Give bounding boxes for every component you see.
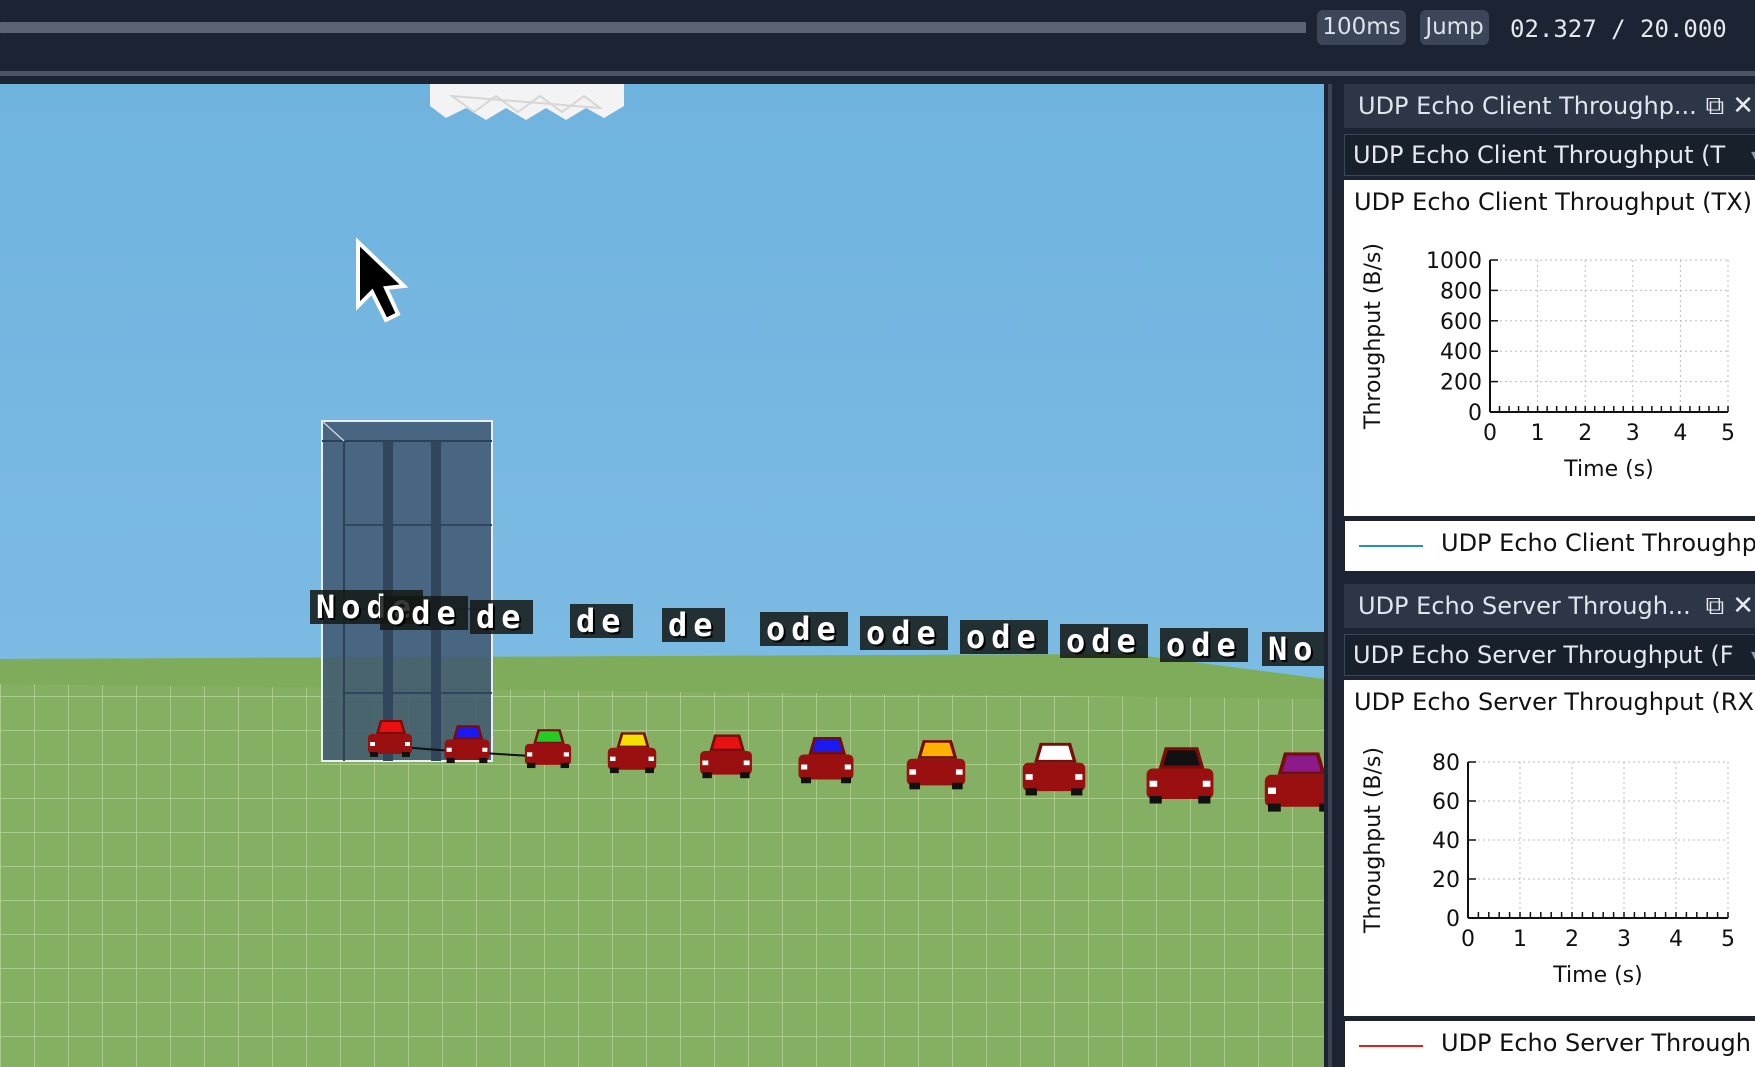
timeline-scrubber[interactable] — [0, 22, 1306, 33]
close-icon[interactable]: ✕ — [1732, 584, 1754, 628]
legend-swatch — [1359, 1045, 1423, 1047]
y-tick-label: 0 — [1446, 907, 1460, 932]
x-tick-label: 0 — [1483, 421, 1497, 446]
x-tick-label: 0 — [1461, 927, 1475, 952]
ground-plane — [0, 654, 1324, 1067]
plot-window-title-text: UDP Echo Server Through... — [1358, 592, 1691, 620]
node-label: ode — [760, 612, 848, 646]
series-select[interactable]: UDP Echo Client Throughput (T ▾ — [1344, 134, 1755, 176]
plot-area: UDP Echo Server Throughput (RX) 0 1 2 3 4 5 0 20… — [1344, 680, 1755, 1016]
node-label: de — [470, 600, 533, 634]
y-tick-label: 600 — [1440, 310, 1482, 335]
plot-window-title[interactable]: UDP Echo Client Throughp... ⧉ ✕ — [1344, 84, 1755, 128]
undock-icon[interactable]: ⧉ — [1706, 584, 1725, 628]
sky — [0, 84, 1324, 684]
plot-window-title[interactable]: UDP Echo Server Through... ⧉ ✕ — [1344, 584, 1755, 628]
node-label: ode — [860, 616, 948, 650]
legend-swatch — [1359, 545, 1423, 547]
time-readout: 02.327 / 20.000 — [1510, 15, 1727, 43]
legend-label: UDP Echo Client Throughp — [1441, 529, 1755, 557]
x-axis-label: Time (s) — [1552, 963, 1642, 988]
x-tick-label: 1 — [1531, 421, 1545, 446]
node-label: de — [662, 608, 725, 642]
y-tick-label: 0 — [1468, 401, 1482, 426]
node-label: No — [1262, 632, 1324, 666]
node-label: ode — [1160, 628, 1248, 662]
plot-legend: UDP Echo Server Through — [1344, 1020, 1755, 1067]
legend-label: UDP Echo Server Through — [1441, 1029, 1751, 1057]
plot-area: UDP Echo Client Throughput (TX) 0 1 2 3 4 5 0 20… — [1344, 180, 1755, 516]
node-label: ode — [1060, 624, 1148, 658]
toolbar-divider — [0, 71, 1755, 76]
plot-window: UDP Echo Client Throughp... ⧉ ✕ UDP Echo Cl… — [1344, 84, 1755, 572]
y-tick-label: 1000 — [1426, 249, 1482, 274]
y-tick-label: 60 — [1432, 790, 1460, 815]
node-label: de — [570, 604, 633, 638]
y-tick-label: 400 — [1440, 340, 1482, 365]
step-size-button[interactable]: 100ms — [1317, 10, 1406, 45]
undock-icon[interactable]: ⧉ — [1706, 84, 1725, 128]
throughput-chart: 0 1 2 3 4 502004006008001000Time (s)Throughpu… — [1361, 243, 1735, 482]
x-axis-label: Time (s) — [1563, 457, 1653, 482]
y-axis-label: Throughput (B/s) — [1361, 747, 1386, 934]
x-tick-label: 1 — [1513, 927, 1527, 952]
x-tick-label: 2 — [1565, 927, 1579, 952]
scene-viewport[interactable]: Node ode de de de ode ode ode ode ode No — [0, 84, 1324, 1067]
throughput-chart: 0 1 2 3 4 5 0 20 40 60 80 Time (s) Throughput (B/s) — [1361, 747, 1735, 988]
x-tick-label: 5 — [1721, 421, 1735, 446]
x-tick-label: 4 — [1673, 421, 1687, 446]
y-tick-label: 800 — [1440, 279, 1482, 304]
plot-window-title-text: UDP Echo Client Throughp... — [1358, 92, 1697, 120]
y-tick-label: 20 — [1432, 868, 1460, 893]
y-tick-label: 40 — [1432, 829, 1460, 854]
panel-splitter[interactable] — [1324, 84, 1336, 1067]
plot-legend: UDP Echo Client Throughp — [1344, 520, 1755, 572]
y-tick-label: 80 — [1432, 751, 1460, 776]
y-axis-label: Throughput (B/s) — [1361, 243, 1386, 430]
series-select[interactable]: UDP Echo Server Throughput (F ▾ — [1344, 634, 1755, 676]
x-tick-label: 3 — [1617, 927, 1631, 952]
x-tick-label: 4 — [1669, 927, 1683, 952]
node-label: ode — [960, 620, 1048, 654]
series-select-value: UDP Echo Server Throughput (F — [1353, 641, 1734, 669]
close-icon[interactable]: ✕ — [1732, 84, 1754, 128]
x-tick-label: 5 — [1721, 927, 1735, 952]
x-tick-label: 3 — [1626, 421, 1640, 446]
x-tick-label: 2 — [1578, 421, 1592, 446]
plot-title: UDP Echo Client Throughput (TX) — [1354, 188, 1753, 216]
plot-title: UDP Echo Server Throughput (RX) — [1354, 688, 1755, 716]
node-label: ode — [380, 596, 468, 630]
playback-toolbar: 100ms Jump 02.327 / 20.000 — [0, 0, 1755, 76]
y-tick-label: 200 — [1440, 371, 1482, 396]
jump-button[interactable]: Jump — [1420, 10, 1489, 45]
chevron-down-icon: ▾ — [1751, 135, 1755, 175]
chevron-down-icon: ▾ — [1751, 635, 1755, 675]
plot-window: UDP Echo Server Through... ⧉ ✕ UDP Echo Ser… — [1344, 584, 1755, 1067]
series-select-value: UDP Echo Client Throughput (T — [1353, 141, 1726, 169]
plots-panel: UDP Echo Client Throughp... ⧉ ✕ UDP Echo Cl… — [1336, 84, 1755, 1067]
